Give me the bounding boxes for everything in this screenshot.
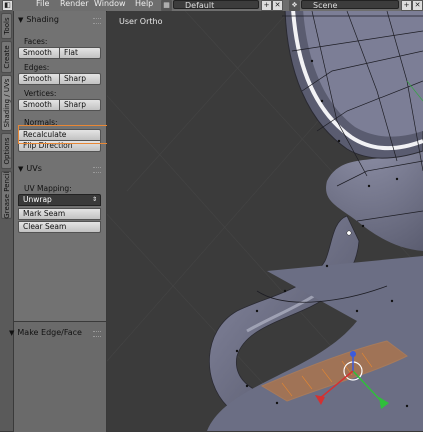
menu-window[interactable]: Window [94, 0, 126, 8]
tool-shelf-panel: ▼ Shading Faces: Smooth Flat Edges: Smoot… [9, 11, 106, 432]
vertices-smooth-button[interactable]: Smooth [18, 99, 60, 111]
edges-sharp-button[interactable]: Sharp [59, 73, 101, 85]
shading-title: Shading [26, 15, 59, 24]
tab-create-label: Create [2, 45, 11, 69]
scene-field[interactable]: Scene [301, 0, 399, 10]
tool-shelf-tabs: Tools Create Shading / UVs Options Greas… [0, 11, 14, 431]
tab-grease-pencil[interactable]: Grease Pencil [1, 171, 12, 219]
active-vertex [346, 230, 352, 236]
add-layout-icon[interactable]: + [261, 0, 272, 11]
tab-tools[interactable]: Tools [1, 13, 12, 39]
menu-help[interactable]: Help [135, 0, 153, 8]
vertices-sharp-button[interactable]: Sharp [59, 99, 101, 111]
panel-grip-icon[interactable] [93, 167, 101, 173]
recalculate-highlight-box [18, 125, 117, 144]
expand-triangle-icon: ▼ [18, 165, 24, 173]
3d-viewport[interactable]: User Ortho [107, 11, 423, 431]
viewport-scene [107, 11, 423, 431]
tab-options[interactable]: Options [1, 133, 12, 169]
remove-scene-icon[interactable]: ✕ [412, 0, 423, 11]
menu-file[interactable]: File [36, 0, 49, 8]
uv-mapping-label: UV Mapping: [24, 184, 72, 193]
dropdown-arrows-icon: ⇕ [91, 196, 97, 203]
operator-panel-header[interactable]: ▼ Make Edge/Face [9, 328, 82, 337]
operator-title: Make Edge/Face [17, 328, 82, 337]
faces-flat-button[interactable]: Flat [59, 47, 101, 59]
menu-render[interactable]: Render [60, 0, 88, 8]
mark-seam-button[interactable]: Mark Seam [18, 208, 101, 220]
clear-seam-button[interactable]: Clear Seam [18, 221, 101, 233]
remove-layout-icon[interactable]: ✕ [272, 0, 283, 11]
z-axis-tip-icon[interactable] [350, 351, 356, 357]
edges-label: Edges: [24, 63, 50, 72]
tab-create[interactable]: Create [1, 41, 12, 73]
tab-shading-uvs-label: Shading / UVs [2, 78, 11, 128]
screen-layout-field[interactable]: Default [173, 0, 259, 10]
edges-smooth-button[interactable]: Smooth [18, 73, 60, 85]
tab-shading-uvs[interactable]: Shading / UVs [1, 75, 12, 131]
tab-options-label: Options [2, 137, 11, 165]
scene-value: Scene [313, 1, 338, 10]
screen-layout-icon[interactable]: ▦ [161, 0, 172, 11]
scene-icon[interactable]: ❖ [289, 0, 300, 11]
tab-tools-label: Tools [2, 17, 11, 35]
add-scene-icon[interactable]: + [401, 0, 412, 11]
tab-grease-pencil-label: Grease Pencil [2, 171, 11, 219]
editor-type-icon[interactable]: ◧ [2, 0, 13, 11]
faces-smooth-button[interactable]: Smooth [18, 47, 60, 59]
uvs-panel-header[interactable]: ▼ UVs [18, 164, 42, 173]
shading-panel-header[interactable]: ▼ Shading [18, 15, 59, 24]
operator-panel: ▼ Make Edge/Face [9, 321, 106, 432]
panel-grip-icon[interactable] [93, 331, 101, 337]
faces-label: Faces: [24, 37, 48, 46]
panel-grip-icon[interactable] [93, 18, 101, 24]
uvs-title: UVs [26, 164, 42, 173]
unwrap-menu-button[interactable]: Unwrap ⇕ [18, 194, 101, 206]
screen-layout-value: Default [185, 1, 215, 10]
viewport-view-label: User Ortho [119, 17, 163, 26]
expand-triangle-icon: ▼ [18, 16, 24, 24]
expand-triangle-icon: ▼ [9, 329, 15, 337]
vertices-label: Vertices: [24, 89, 57, 98]
unwrap-label: Unwrap [23, 195, 52, 204]
